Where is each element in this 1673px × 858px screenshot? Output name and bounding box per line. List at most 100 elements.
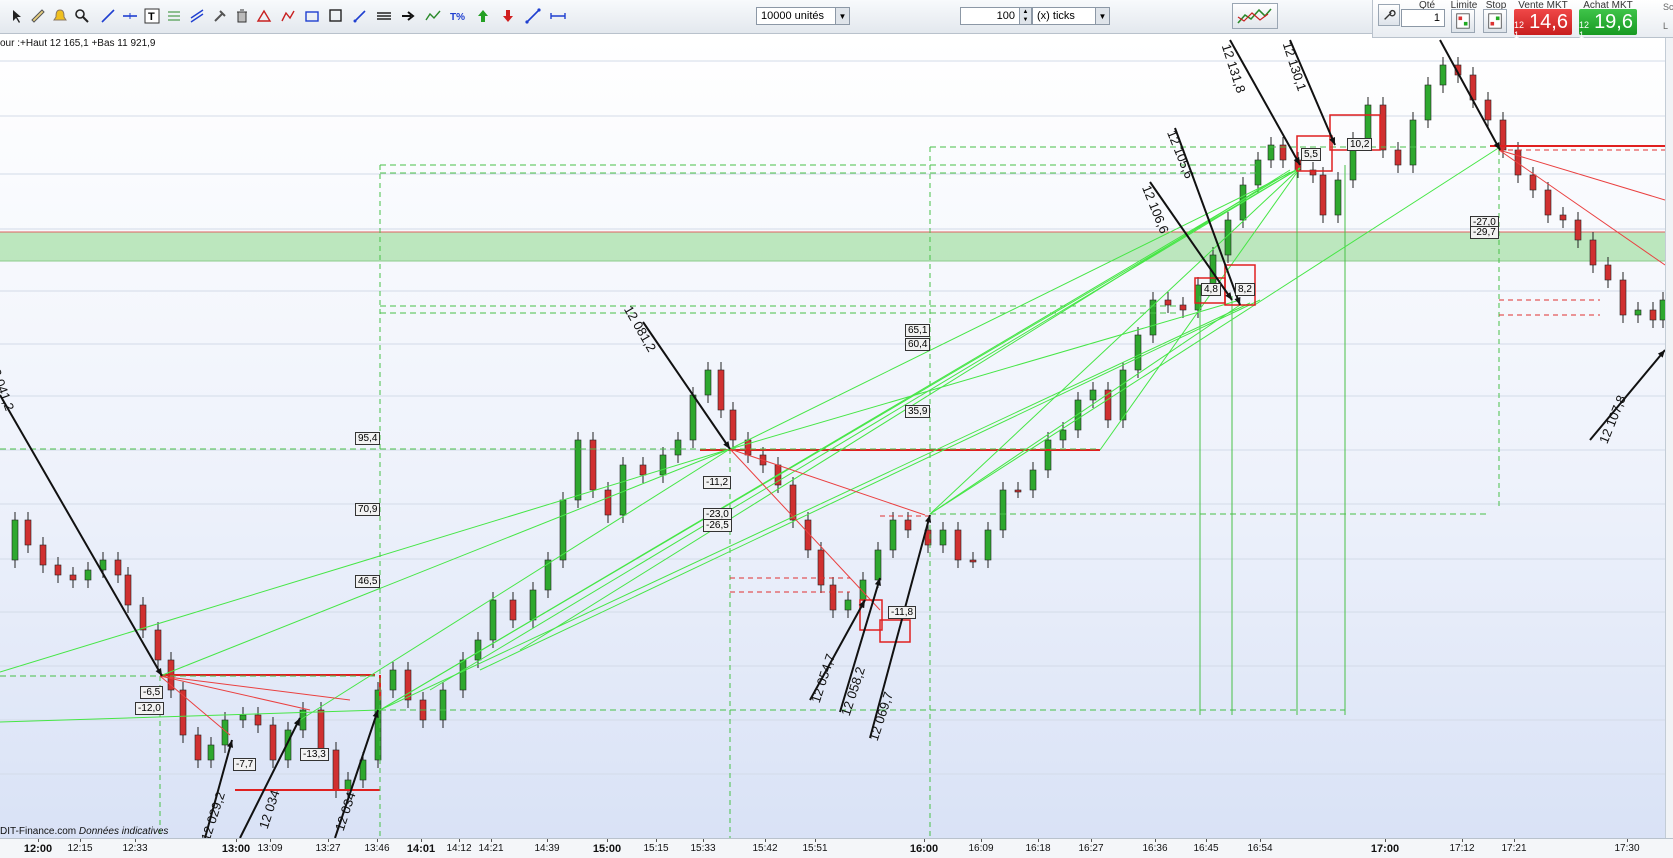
red-fan-line bbox=[159, 675, 351, 701]
candle-body bbox=[704, 369, 712, 396]
candle-body bbox=[604, 489, 612, 516]
right-edge-scrollbar[interactable] bbox=[1665, 38, 1673, 838]
time-tick-label: 14:39 bbox=[534, 843, 560, 854]
right-check-l[interactable]: L bbox=[1663, 21, 1668, 31]
candle-body bbox=[889, 519, 897, 551]
ruler-icon[interactable] bbox=[28, 6, 48, 26]
candle-body bbox=[207, 744, 215, 761]
candle-body bbox=[1619, 279, 1627, 316]
channel-icon[interactable] bbox=[187, 6, 207, 26]
candle-body bbox=[559, 499, 567, 561]
candle-body bbox=[1364, 104, 1372, 141]
level-value-label: 10,2 bbox=[1347, 138, 1373, 151]
time-tick-mark bbox=[135, 839, 136, 842]
level-value-label: 46,5 bbox=[355, 575, 381, 588]
candle-body bbox=[1514, 149, 1522, 176]
triangle-icon[interactable] bbox=[254, 6, 274, 26]
level-value-label: 8,2 bbox=[1235, 283, 1255, 296]
percent-icon[interactable]: T% bbox=[448, 6, 468, 26]
candle-body bbox=[139, 604, 147, 631]
level-value-label: -26,5 bbox=[703, 519, 732, 532]
arrow-icon[interactable] bbox=[398, 6, 418, 26]
time-tick-label: 13:09 bbox=[257, 843, 283, 854]
bell-icon[interactable] bbox=[50, 6, 70, 26]
time-tick-mark bbox=[80, 839, 81, 842]
parallel-icon[interactable] bbox=[374, 6, 394, 26]
time-tick-label: 12:15 bbox=[67, 843, 93, 854]
up-arrow-icon[interactable] bbox=[473, 6, 493, 26]
candle-body bbox=[344, 779, 352, 791]
candle-body bbox=[1649, 309, 1657, 321]
red-fan-line bbox=[159, 675, 231, 736]
candle-body bbox=[1379, 104, 1387, 151]
candle-body bbox=[124, 574, 132, 606]
candle-body bbox=[1134, 334, 1142, 371]
fan-line bbox=[379, 302, 1251, 711]
candle-body bbox=[999, 489, 1007, 531]
candle-body bbox=[659, 454, 667, 476]
time-tick-label: 17:30 bbox=[1614, 843, 1640, 854]
time-tick-label: 14:01 bbox=[406, 843, 436, 855]
fibonacci-icon[interactable] bbox=[164, 6, 184, 26]
time-tick-mark bbox=[607, 839, 608, 842]
time-tick-label: 15:00 bbox=[592, 843, 622, 855]
ratio-icon[interactable] bbox=[278, 6, 298, 26]
candle-body bbox=[817, 549, 825, 586]
time-tick-label: 15:51 bbox=[802, 843, 828, 854]
candle-body bbox=[439, 689, 447, 721]
horizontal-line-icon[interactable] bbox=[120, 6, 140, 26]
time-tick-mark bbox=[815, 839, 816, 842]
time-tick-label: 17:00 bbox=[1370, 843, 1400, 855]
ellipse-icon[interactable] bbox=[326, 6, 346, 26]
level-value-label: -6,5 bbox=[140, 686, 164, 699]
measure-icon[interactable] bbox=[523, 6, 543, 26]
time-tick-label: 16:09 bbox=[968, 843, 994, 854]
candle-body bbox=[1559, 214, 1567, 221]
tools-icon[interactable] bbox=[210, 6, 230, 26]
candle-body bbox=[984, 529, 992, 561]
time-tick-mark bbox=[547, 839, 548, 842]
candle-body bbox=[1574, 219, 1582, 241]
candle-body bbox=[829, 584, 837, 611]
level-value-label: -13,3 bbox=[300, 748, 329, 761]
candle-body bbox=[1394, 149, 1402, 166]
annotation-arrow bbox=[1439, 39, 1501, 151]
rectangle-icon[interactable] bbox=[302, 6, 322, 26]
text-icon[interactable]: T bbox=[142, 6, 162, 26]
candle-body bbox=[904, 519, 912, 531]
zoom-icon[interactable] bbox=[72, 6, 92, 26]
time-tick-label: 12:00 bbox=[23, 843, 53, 855]
level-value-label: 95,4 bbox=[355, 432, 381, 445]
candle-body bbox=[332, 749, 340, 791]
range-icon[interactable] bbox=[548, 6, 568, 26]
time-tick-label: 15:33 bbox=[690, 843, 716, 854]
candle-body bbox=[1044, 439, 1052, 471]
trendline-icon[interactable] bbox=[98, 6, 118, 26]
candle-body bbox=[1604, 264, 1612, 281]
time-tick-label: 16:45 bbox=[1193, 843, 1219, 854]
candle-body bbox=[1119, 369, 1127, 421]
pen-icon[interactable] bbox=[350, 6, 370, 26]
time-tick-mark bbox=[491, 839, 492, 842]
right-check-sc[interactable]: Sc bbox=[1663, 2, 1673, 12]
svg-text:T%: T% bbox=[450, 12, 465, 23]
time-tick-mark bbox=[377, 839, 378, 842]
candle-body bbox=[1529, 174, 1537, 191]
candle-body bbox=[459, 659, 467, 691]
candle-body bbox=[254, 714, 262, 726]
trash-icon[interactable] bbox=[232, 6, 252, 26]
cursor-icon[interactable] bbox=[7, 6, 27, 26]
candle-body bbox=[1014, 489, 1022, 493]
down-arrow-icon[interactable] bbox=[498, 6, 518, 26]
time-tick-label: 14:21 bbox=[478, 843, 504, 854]
level-value-label: 65,1 bbox=[905, 324, 931, 337]
pitchfork-icon[interactable] bbox=[423, 6, 443, 26]
time-tick-label: 16:54 bbox=[1247, 843, 1273, 854]
candle-body bbox=[674, 439, 682, 456]
candle-body bbox=[1544, 189, 1552, 216]
time-tick-mark bbox=[1514, 839, 1515, 842]
candle-body bbox=[619, 464, 627, 516]
time-axis: 12:00 12:15 12:33 13:00 13:09 13:27 13:46 14:01… bbox=[0, 838, 1673, 858]
time-tick-label: 17:21 bbox=[1501, 843, 1527, 854]
candle-body bbox=[84, 569, 92, 581]
